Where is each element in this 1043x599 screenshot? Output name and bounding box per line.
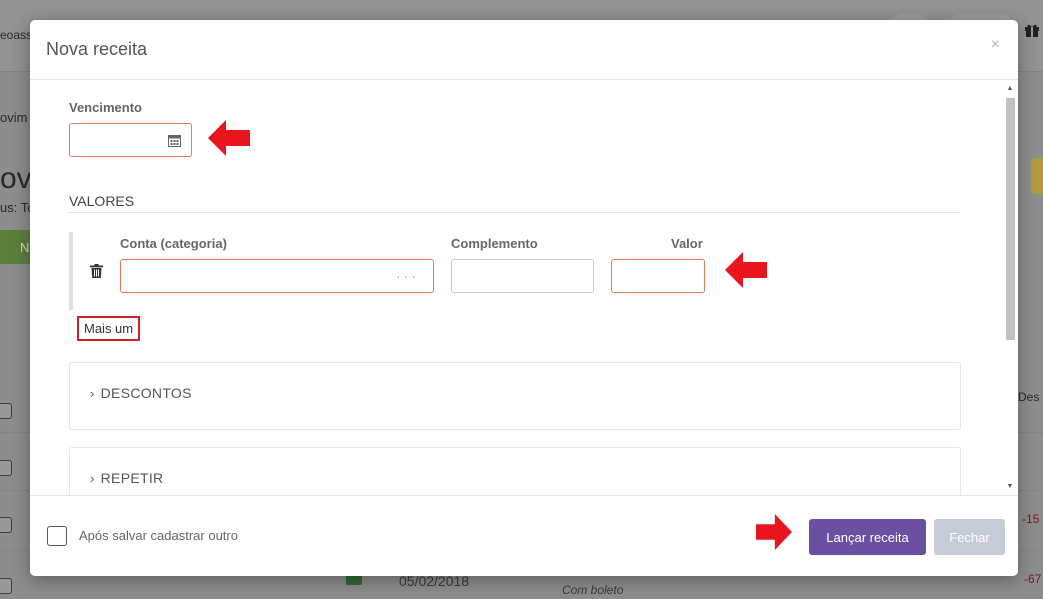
side-heading: ov <box>0 162 32 195</box>
side-text: ovim <box>0 110 28 125</box>
repetir-label[interactable]: › REPETIR <box>90 470 163 486</box>
gift-icon <box>1025 24 1039 37</box>
modal-body: Vencimento VALORES Conta (categoria) ···… <box>30 80 1018 495</box>
row-indicator <box>69 232 73 310</box>
valor-input[interactable] <box>611 259 705 293</box>
vencimento-input[interactable] <box>69 123 192 157</box>
scrollbar[interactable]: ▲ ▼ <box>1005 84 1015 492</box>
valor-label: Valor <box>671 236 703 251</box>
vencimento-label: Vencimento <box>69 100 142 115</box>
row-checkbox <box>0 517 12 533</box>
side-yellow-button <box>1031 158 1043 194</box>
modal-footer: Após salvar cadastrar outro Lançar recei… <box>30 495 1018 576</box>
chevron-right-icon: › <box>90 471 95 486</box>
conta-input[interactable]: ··· <box>120 259 434 293</box>
row-note: Com boleto <box>562 583 624 597</box>
section-divider <box>69 212 961 213</box>
save-another-label: Após salvar cadastrar outro <box>79 528 238 543</box>
row-checkbox <box>0 403 12 419</box>
row-checkbox <box>0 578 12 594</box>
chevron-right-icon: › <box>90 386 95 401</box>
descontos-panel[interactable]: › DESCONTOS <box>69 362 961 430</box>
save-another-checkbox[interactable] <box>47 526 67 546</box>
add-more-link[interactable]: Mais um <box>77 316 141 341</box>
scroll-thumb[interactable] <box>1006 98 1015 340</box>
close-icon[interactable]: × <box>991 36 1000 54</box>
conta-label: Conta (categoria) <box>120 236 227 251</box>
nova-receita-modal: Nova receita × Vencimento VALORES Conta … <box>30 20 1018 576</box>
repetir-panel[interactable]: › REPETIR <box>69 447 961 495</box>
modal-title: Nova receita <box>46 39 148 59</box>
arrow-left-icon <box>725 252 767 288</box>
side-button: N <box>0 230 30 264</box>
row-value: -67 <box>1024 572 1042 586</box>
modal-header: Nova receita × <box>30 20 1018 80</box>
complemento-input[interactable] <box>451 259 594 293</box>
scroll-down-arrow[interactable]: ▼ <box>1005 482 1015 492</box>
scroll-up-arrow[interactable]: ▲ <box>1005 84 1015 94</box>
valores-title: VALORES <box>69 193 135 209</box>
row-checkbox <box>0 460 12 476</box>
descontos-label[interactable]: › DESCONTOS <box>90 385 192 401</box>
fechar-button[interactable]: Fechar <box>934 519 1005 555</box>
top-text: eoass <box>0 28 33 42</box>
trash-icon[interactable] <box>90 264 103 278</box>
row-value: -15 <box>1022 512 1040 526</box>
arrow-right-icon <box>756 514 792 550</box>
arrow-left-icon <box>208 120 250 156</box>
complemento-label: Complemento <box>451 236 538 251</box>
lancar-receita-button[interactable]: Lançar receita <box>809 519 926 555</box>
more-dots-icon[interactable]: ··· <box>396 268 419 284</box>
calendar-icon[interactable] <box>168 134 181 147</box>
column-header: Des <box>1018 390 1040 404</box>
